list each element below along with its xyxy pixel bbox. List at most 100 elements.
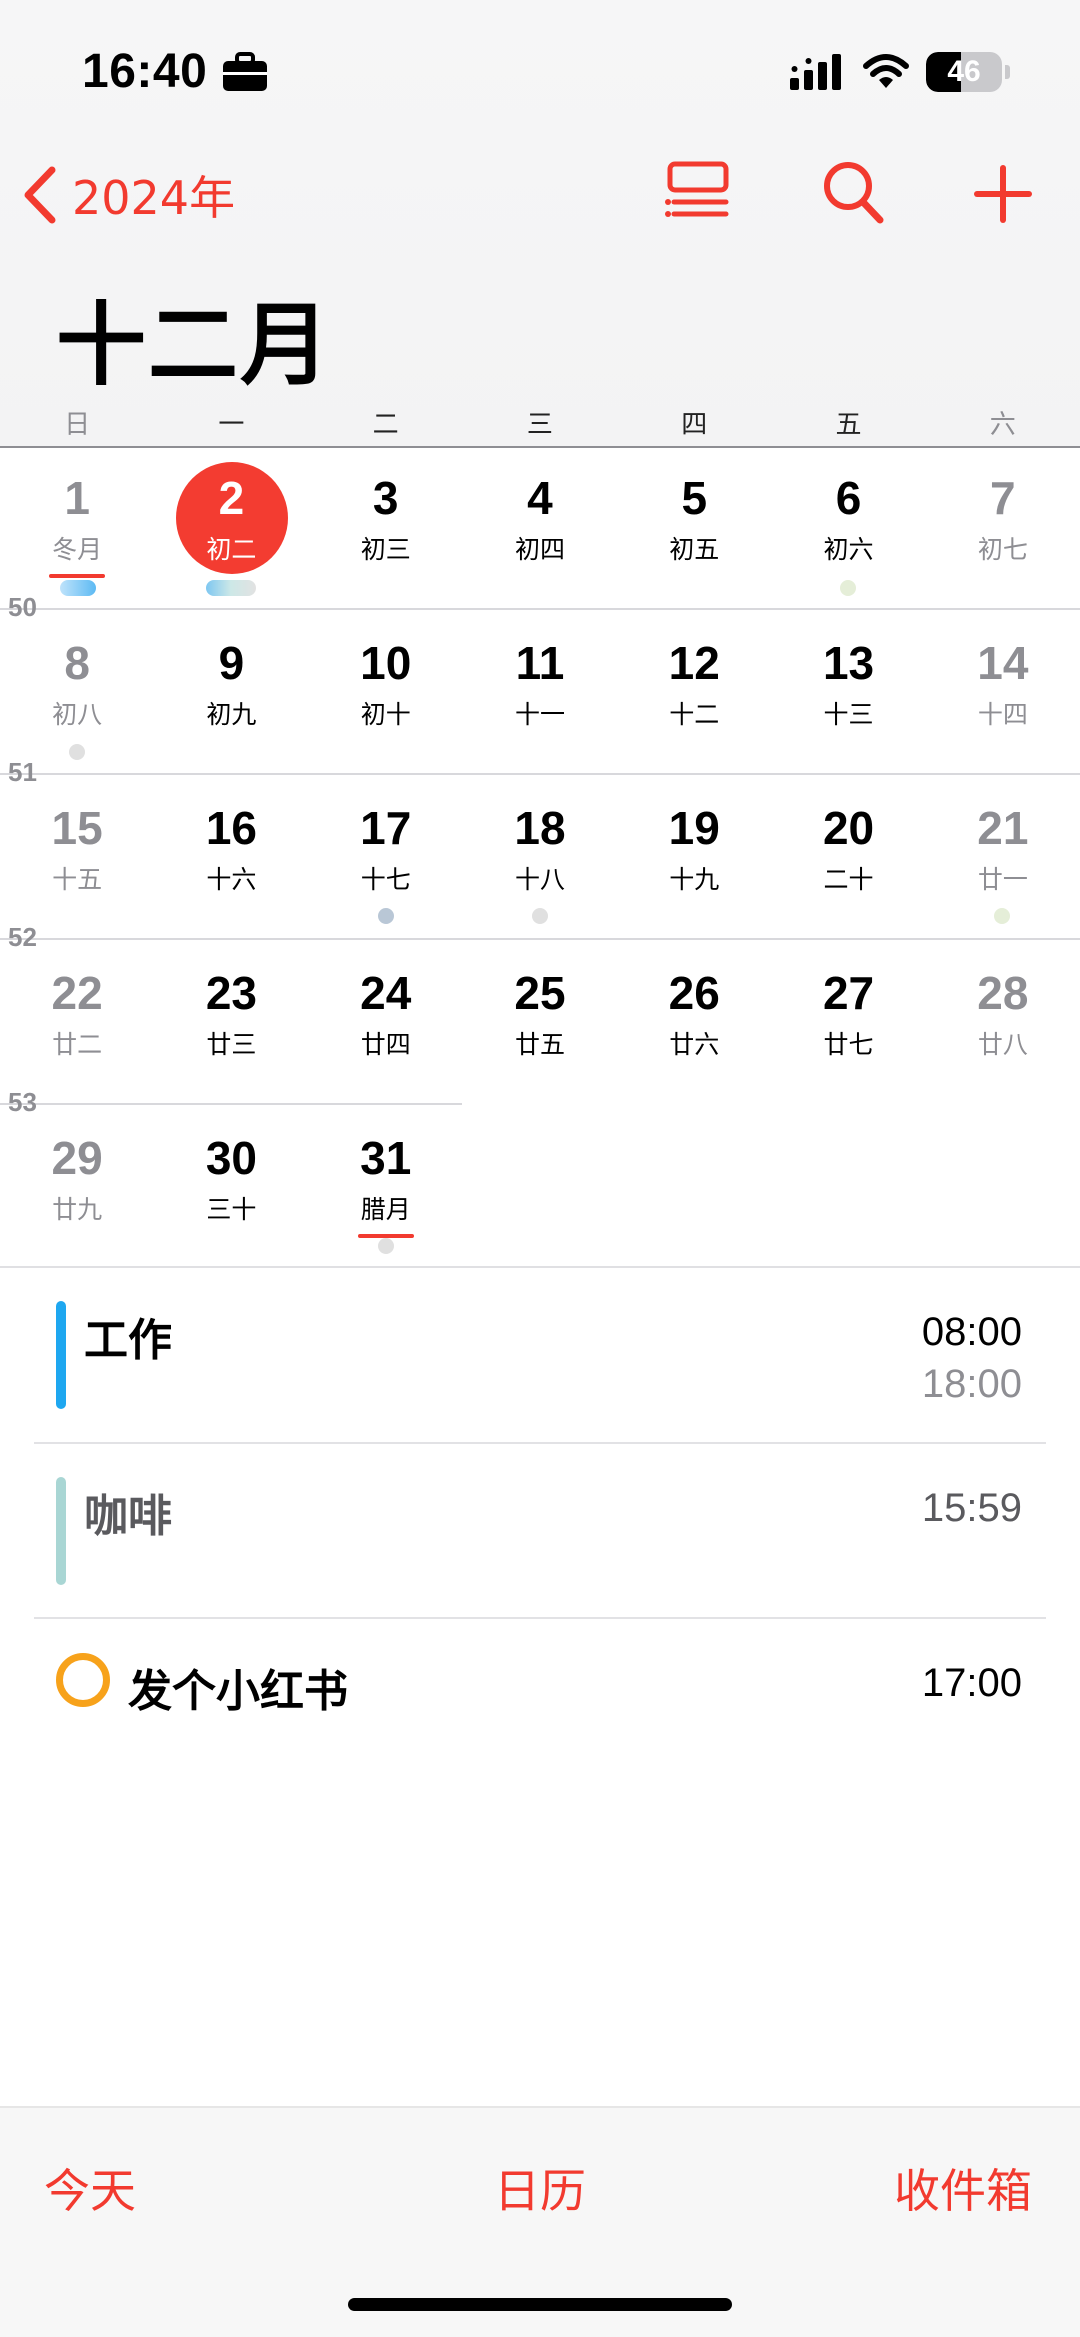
- day-number: 4: [527, 472, 553, 524]
- day-cell[interactable]: 15 十五: [0, 778, 154, 938]
- list-view-icon[interactable]: [664, 158, 734, 228]
- day-number: 22: [51, 967, 103, 1019]
- event-dot: [994, 908, 1010, 924]
- day-cell[interactable]: 10 初十: [309, 613, 463, 773]
- week-divider: [0, 773, 1080, 775]
- day-cell[interactable]: 28 廿八: [926, 943, 1080, 1103]
- day-cell[interactable]: 11 十一: [463, 613, 617, 773]
- lunar-date: 十一: [514, 700, 565, 729]
- day-number: 19: [668, 802, 720, 854]
- weekday-sat: 六: [989, 410, 1016, 440]
- lunar-date: 三十: [206, 1195, 257, 1224]
- lunar-date: 廿二: [52, 1030, 103, 1059]
- day-cell[interactable]: 13 十三: [771, 613, 925, 773]
- day-number: 17: [360, 802, 412, 854]
- home-indicator[interactable]: [348, 2298, 732, 2311]
- calendar-events-divider: [0, 1266, 1080, 1268]
- lunar-date: 十四: [977, 700, 1028, 729]
- day-cell[interactable]: 3 初三: [309, 448, 463, 608]
- lunar-date: 初八: [52, 700, 103, 729]
- day-number: 11: [515, 637, 565, 689]
- event-dot: [69, 744, 85, 760]
- plus-icon[interactable]: [968, 158, 1038, 228]
- reminder-title: 发个小红书: [128, 1666, 348, 1717]
- chevron-left-icon: [24, 166, 56, 224]
- weekday-tue: 二: [372, 410, 399, 440]
- event-divider: [34, 1617, 1046, 1619]
- day-cell[interactable]: 12 十二: [617, 613, 771, 773]
- weekday-wed: 三: [526, 410, 553, 440]
- day-cell[interactable]: 7 初七: [926, 448, 1080, 608]
- lunar-date: 廿六: [669, 1030, 720, 1059]
- lunar-month-marker: [49, 574, 106, 578]
- day-number: 18: [514, 802, 566, 854]
- day-number: 31: [360, 1132, 412, 1184]
- day-number: 16: [205, 802, 257, 854]
- day-cell[interactable]: 29 廿九: [0, 1108, 154, 1268]
- lunar-date: 二十: [823, 865, 874, 894]
- day-number: 20: [822, 802, 875, 854]
- back-to-year-button[interactable]: 2024年: [22, 162, 235, 228]
- day-cell[interactable]: 30 三十: [154, 1108, 308, 1268]
- day-number: 12: [668, 637, 720, 689]
- briefcase-icon: [223, 52, 267, 91]
- day-cell[interactable]: 25 廿五: [463, 943, 617, 1103]
- day-number: 9: [218, 637, 245, 689]
- day-cell[interactable]: 9 初九: [154, 613, 308, 773]
- month-title: 十二月: [56, 293, 332, 398]
- day-number: 7: [990, 472, 1016, 524]
- battery-percentage: 46: [947, 55, 981, 88]
- day-cell[interactable]: 20 二十: [771, 778, 925, 938]
- day-number: 6: [835, 472, 862, 524]
- day-cell[interactable]: 22 廿二: [0, 943, 154, 1103]
- lunar-date: 初六: [823, 535, 874, 564]
- lunar-date: 初五: [669, 535, 720, 564]
- lunar-date: 冬月: [52, 535, 103, 564]
- calendars-button[interactable]: 日历: [494, 2155, 586, 2221]
- battery-cap: [1005, 65, 1010, 79]
- week-divider: [0, 1103, 462, 1105]
- lunar-date: 初十: [360, 700, 411, 729]
- day-cell[interactable]: 24 廿四: [309, 943, 463, 1103]
- day-number: 28: [977, 967, 1029, 1019]
- event-color-bar: [56, 1477, 66, 1585]
- inbox-button[interactable]: 收件箱: [894, 2155, 1032, 2221]
- event-dot: [532, 908, 548, 924]
- event-dot: [378, 908, 394, 924]
- weekday-fri: 五: [835, 410, 862, 440]
- day-number: 13: [822, 637, 875, 689]
- day-cell[interactable]: 26 廿六: [617, 943, 771, 1103]
- week-divider: [0, 938, 1080, 940]
- lunar-date: 初七: [977, 535, 1028, 564]
- event-dot: [840, 580, 856, 596]
- day-number: 15: [51, 802, 103, 854]
- lunar-date: 十三: [823, 700, 874, 729]
- day-number: 3: [372, 472, 399, 524]
- day-number: 14: [977, 637, 1029, 689]
- day-number: 27: [822, 967, 875, 1019]
- lunar-date: 廿八: [977, 1030, 1028, 1059]
- weekday-mon: 一: [218, 410, 245, 440]
- day-cell[interactable]: 14 十四: [926, 613, 1080, 773]
- day-cell[interactable]: 4 初四: [463, 448, 617, 608]
- day-number: 8: [64, 637, 90, 689]
- event-start-time: 15:59: [921, 1486, 1022, 1530]
- event-title: 咖啡: [84, 1491, 172, 1542]
- day-cell[interactable]: 23 廿三: [154, 943, 308, 1103]
- event-indicator: [206, 580, 256, 596]
- lunar-date: 十八: [514, 865, 565, 894]
- day-cell[interactable]: 19 十九: [617, 778, 771, 938]
- day-cell[interactable]: 16 十六: [154, 778, 308, 938]
- day-number: 30: [205, 1132, 257, 1184]
- day-cell[interactable]: 27 廿七: [771, 943, 925, 1103]
- weekday-sun: 日: [64, 410, 91, 440]
- status-time: 16:40: [82, 45, 208, 98]
- week-divider: [0, 608, 1080, 610]
- search-icon[interactable]: [818, 158, 888, 228]
- lunar-date: 廿四: [360, 1030, 411, 1059]
- day-cell[interactable]: 5 初五: [617, 448, 771, 608]
- reminder-checkbox[interactable]: [56, 1653, 110, 1707]
- today-button[interactable]: 今天: [44, 2155, 136, 2221]
- lunar-date: 廿九: [52, 1195, 103, 1224]
- lunar-date: 十二: [669, 700, 720, 729]
